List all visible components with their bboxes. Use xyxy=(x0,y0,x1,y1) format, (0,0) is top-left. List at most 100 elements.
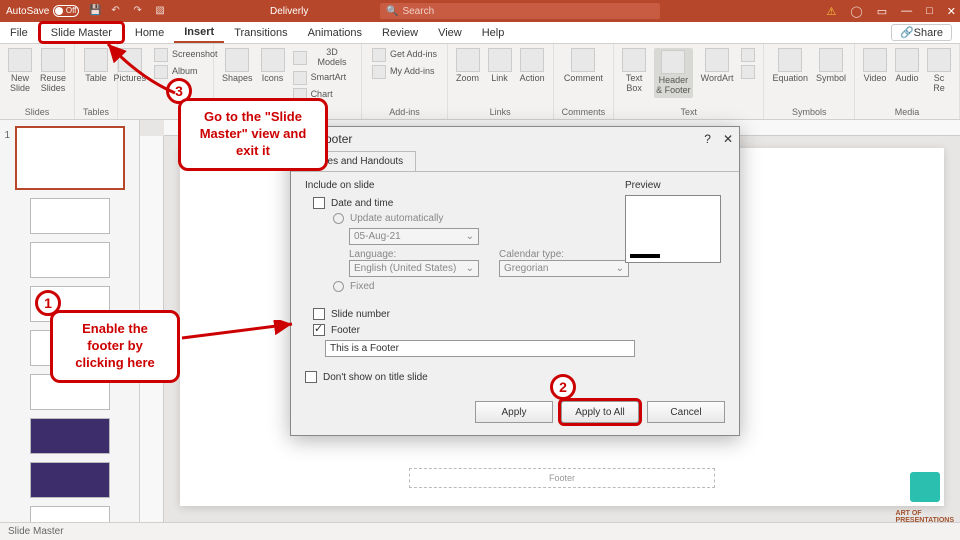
tab-home[interactable]: Home xyxy=(125,22,174,43)
my-addins-button[interactable]: My Add-ins xyxy=(372,65,437,79)
layout-thumbnail[interactable] xyxy=(30,462,110,498)
search-icon: 🔍 xyxy=(386,6,398,17)
pictures-icon xyxy=(118,48,142,72)
symbol-icon xyxy=(819,48,843,72)
apply-button[interactable]: Apply xyxy=(475,401,553,423)
toggle-switch[interactable]: Off xyxy=(53,5,79,17)
layout-thumbnail[interactable] xyxy=(30,506,110,522)
ribbon-group-symbols: Equation Symbol Symbols xyxy=(764,44,855,119)
redo-icon[interactable]: ↷ xyxy=(133,5,145,17)
status-text: Slide Master xyxy=(8,526,64,537)
maximize-icon[interactable]: □ xyxy=(926,5,933,18)
layout-thumbnail[interactable] xyxy=(30,198,110,234)
tab-animations[interactable]: Animations xyxy=(298,22,372,43)
comment-button[interactable]: Comment xyxy=(564,48,603,84)
update-auto-radio[interactable] xyxy=(333,213,344,224)
ribbon-group-comments: Comment Comments xyxy=(554,44,615,119)
table-button[interactable]: Table xyxy=(84,48,108,84)
text-extra-icon[interactable] xyxy=(741,48,755,62)
tab-review[interactable]: Review xyxy=(372,22,428,43)
layout-thumbnail[interactable] xyxy=(30,418,110,454)
autosave-toggle[interactable]: AutoSave Off xyxy=(6,5,79,17)
header-footer-icon xyxy=(661,50,685,74)
ribbon-group-slides: New Slide Reuse Slides Slides xyxy=(0,44,75,119)
get-addins-button[interactable]: Get Add-ins xyxy=(372,48,437,62)
album-button[interactable]: Album xyxy=(154,65,218,79)
tab-view[interactable]: View xyxy=(428,22,472,43)
zoom-button[interactable]: Zoom xyxy=(456,48,480,84)
models-button[interactable]: 3D Models xyxy=(293,48,354,68)
slide-number-checkbox[interactable] xyxy=(313,308,325,320)
smartart-button[interactable]: SmartArt xyxy=(293,71,354,85)
master-thumbnail[interactable]: 1 xyxy=(15,126,125,190)
language-combo[interactable]: English (United States) xyxy=(349,260,479,277)
reuse-slides-button[interactable]: Reuse Slides xyxy=(40,48,66,94)
slideshow-icon[interactable]: ▧ xyxy=(155,5,167,17)
tab-insert[interactable]: Insert xyxy=(174,22,224,43)
text-extra2-icon[interactable] xyxy=(741,65,755,79)
textbox-button[interactable]: Text Box xyxy=(622,48,646,94)
table-icon xyxy=(84,48,108,72)
window-controls: ⚠ ◯ ▭ — □ ✕ xyxy=(827,5,956,18)
dont-show-checkbox[interactable] xyxy=(305,371,317,383)
dialog-close-icon[interactable]: ✕ xyxy=(723,132,733,146)
audio-button[interactable]: Audio xyxy=(895,48,919,84)
screenshot-button[interactable]: Screenshot xyxy=(154,48,218,62)
apply-to-all-button[interactable]: Apply to All xyxy=(561,401,639,423)
menu-bar: File Slide Master Home Insert Transition… xyxy=(0,22,960,44)
search-input[interactable]: 🔍 Search xyxy=(380,3,660,19)
update-auto-label: Update automatically xyxy=(350,213,443,224)
tab-file[interactable]: File xyxy=(0,22,38,43)
calendar-combo[interactable]: Gregorian xyxy=(499,260,629,277)
date-time-checkbox[interactable] xyxy=(313,197,325,209)
warning-icon[interactable]: ⚠ xyxy=(827,5,837,18)
quick-access-toolbar: 💾 ↶ ↷ ▧ xyxy=(89,5,167,17)
tab-help[interactable]: Help xyxy=(472,22,515,43)
dialog-buttons: Apply Apply to All Cancel xyxy=(291,395,739,435)
ribbon-options-icon[interactable]: ▭ xyxy=(877,5,887,18)
screen-rec-button[interactable]: Sc Re xyxy=(927,48,951,94)
header-footer-button[interactable]: Header & Footer xyxy=(654,48,693,98)
footer-checkbox[interactable] xyxy=(313,324,325,336)
ribbon-group-media: Video Audio Sc Re Media xyxy=(855,44,960,119)
action-button[interactable]: Action xyxy=(520,48,545,84)
minimize-icon[interactable]: — xyxy=(901,5,912,18)
equation-button[interactable]: Equation xyxy=(772,48,808,84)
dialog-tabs: Notes and Handouts xyxy=(291,151,739,172)
dialog-help-icon[interactable]: ? xyxy=(704,132,711,146)
link-button[interactable]: Link xyxy=(488,48,512,84)
wordart-button[interactable]: WordArt xyxy=(701,48,734,84)
ribbon-group-text: Text Box Header & Footer WordArt Text xyxy=(614,44,764,119)
date-time-label: Date and time xyxy=(331,198,393,209)
account-icon[interactable]: ◯ xyxy=(850,5,862,18)
pictures-button[interactable]: Pictures xyxy=(114,48,147,84)
cancel-button[interactable]: Cancel xyxy=(647,401,725,423)
comment-icon xyxy=(571,48,595,72)
share-button[interactable]: 🔗 Share xyxy=(891,24,952,41)
title-bar: AutoSave Off 💾 ↶ ↷ ▧ Deliverly 🔍 Search … xyxy=(0,0,960,22)
link-icon xyxy=(488,48,512,72)
video-button[interactable]: Video xyxy=(863,48,887,84)
screen-rec-icon xyxy=(927,48,951,72)
date-combo[interactable]: 05-Aug-21 xyxy=(349,228,479,245)
autosave-label: AutoSave xyxy=(6,6,49,17)
close-icon[interactable]: ✕ xyxy=(947,5,956,18)
footer-placeholder[interactable]: Footer xyxy=(409,468,715,488)
symbol-button[interactable]: Symbol xyxy=(816,48,846,84)
ribbon-group-addins: Get Add-ins My Add-ins Add-ins xyxy=(362,44,447,119)
dialog-body: Preview Include on slide Date and time U… xyxy=(291,172,739,395)
footer-text-input[interactable]: This is a Footer xyxy=(325,340,635,357)
callout-3: Go to the "Slide Master" view and exit i… xyxy=(178,98,328,171)
tab-slide-master[interactable]: Slide Master xyxy=(38,21,125,44)
tab-transitions[interactable]: Transitions xyxy=(224,22,297,43)
undo-icon[interactable]: ↶ xyxy=(111,5,123,17)
icons-button[interactable]: Icons xyxy=(261,48,285,84)
album-icon xyxy=(154,65,168,79)
shapes-button[interactable]: Shapes xyxy=(222,48,253,84)
new-slide-button[interactable]: New Slide xyxy=(8,48,32,94)
save-icon[interactable]: 💾 xyxy=(89,5,101,17)
layout-thumbnail[interactable] xyxy=(30,242,110,278)
footer-label: Footer xyxy=(331,325,360,336)
reuse-slides-icon xyxy=(41,48,65,72)
fixed-radio[interactable] xyxy=(333,281,344,292)
